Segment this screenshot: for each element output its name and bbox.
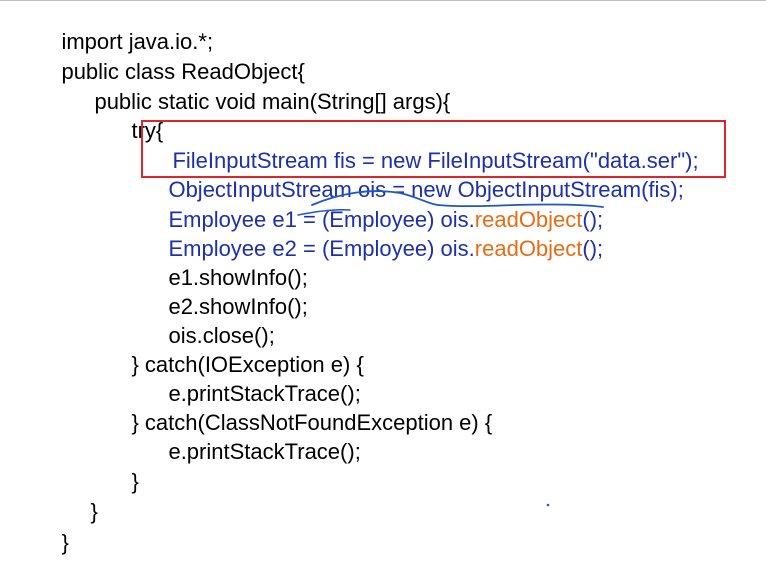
code-text: } bbox=[90, 499, 98, 524]
code-text: } bbox=[61, 530, 69, 555]
code-line-main-method: public static void main(String[] args){ bbox=[70, 63, 450, 114]
code-listing: import java.io.*; public class ReadObjec… bbox=[0, 0, 766, 555]
code-line-ois-close: ois.close(); bbox=[144, 297, 274, 348]
code-line-employee-e2: Employee e2 = (Employee) ois.readObject(… bbox=[144, 210, 603, 261]
red-highlight-box bbox=[141, 120, 726, 178]
code-line-close-main-method: } bbox=[66, 473, 97, 524]
code-line-e1-showinfo: e1.showInfo(); bbox=[144, 239, 307, 290]
code-text: e.printStackTrace(); bbox=[168, 439, 361, 464]
code-line-catch-classnotfound: } catch(ClassNotFoundException e) { bbox=[107, 384, 492, 435]
code-line-import: import java.io.*; bbox=[37, 3, 213, 54]
code-line-class-declaration: public class ReadObject{ bbox=[37, 33, 304, 84]
code-line-try: try{ bbox=[107, 92, 163, 143]
code-line-e2-showinfo: e2.showInfo(); bbox=[144, 268, 307, 319]
code-text: } bbox=[131, 469, 139, 494]
method-name-readobject: readObject bbox=[474, 236, 583, 261]
code-line-employee-e1: Employee e1 = (Employee) ois.readObject(… bbox=[144, 181, 603, 232]
code-text: (); bbox=[582, 236, 604, 261]
code-line-printstacktrace-1: e.printStackTrace(); bbox=[144, 355, 360, 406]
code-line-printstacktrace-2: e.printStackTrace(); bbox=[144, 413, 360, 464]
code-line-close-try-block: } bbox=[107, 443, 138, 494]
code-line-close-class: } bbox=[37, 504, 68, 555]
code-line-catch-ioexception: } catch(IOException e) { bbox=[107, 326, 363, 377]
